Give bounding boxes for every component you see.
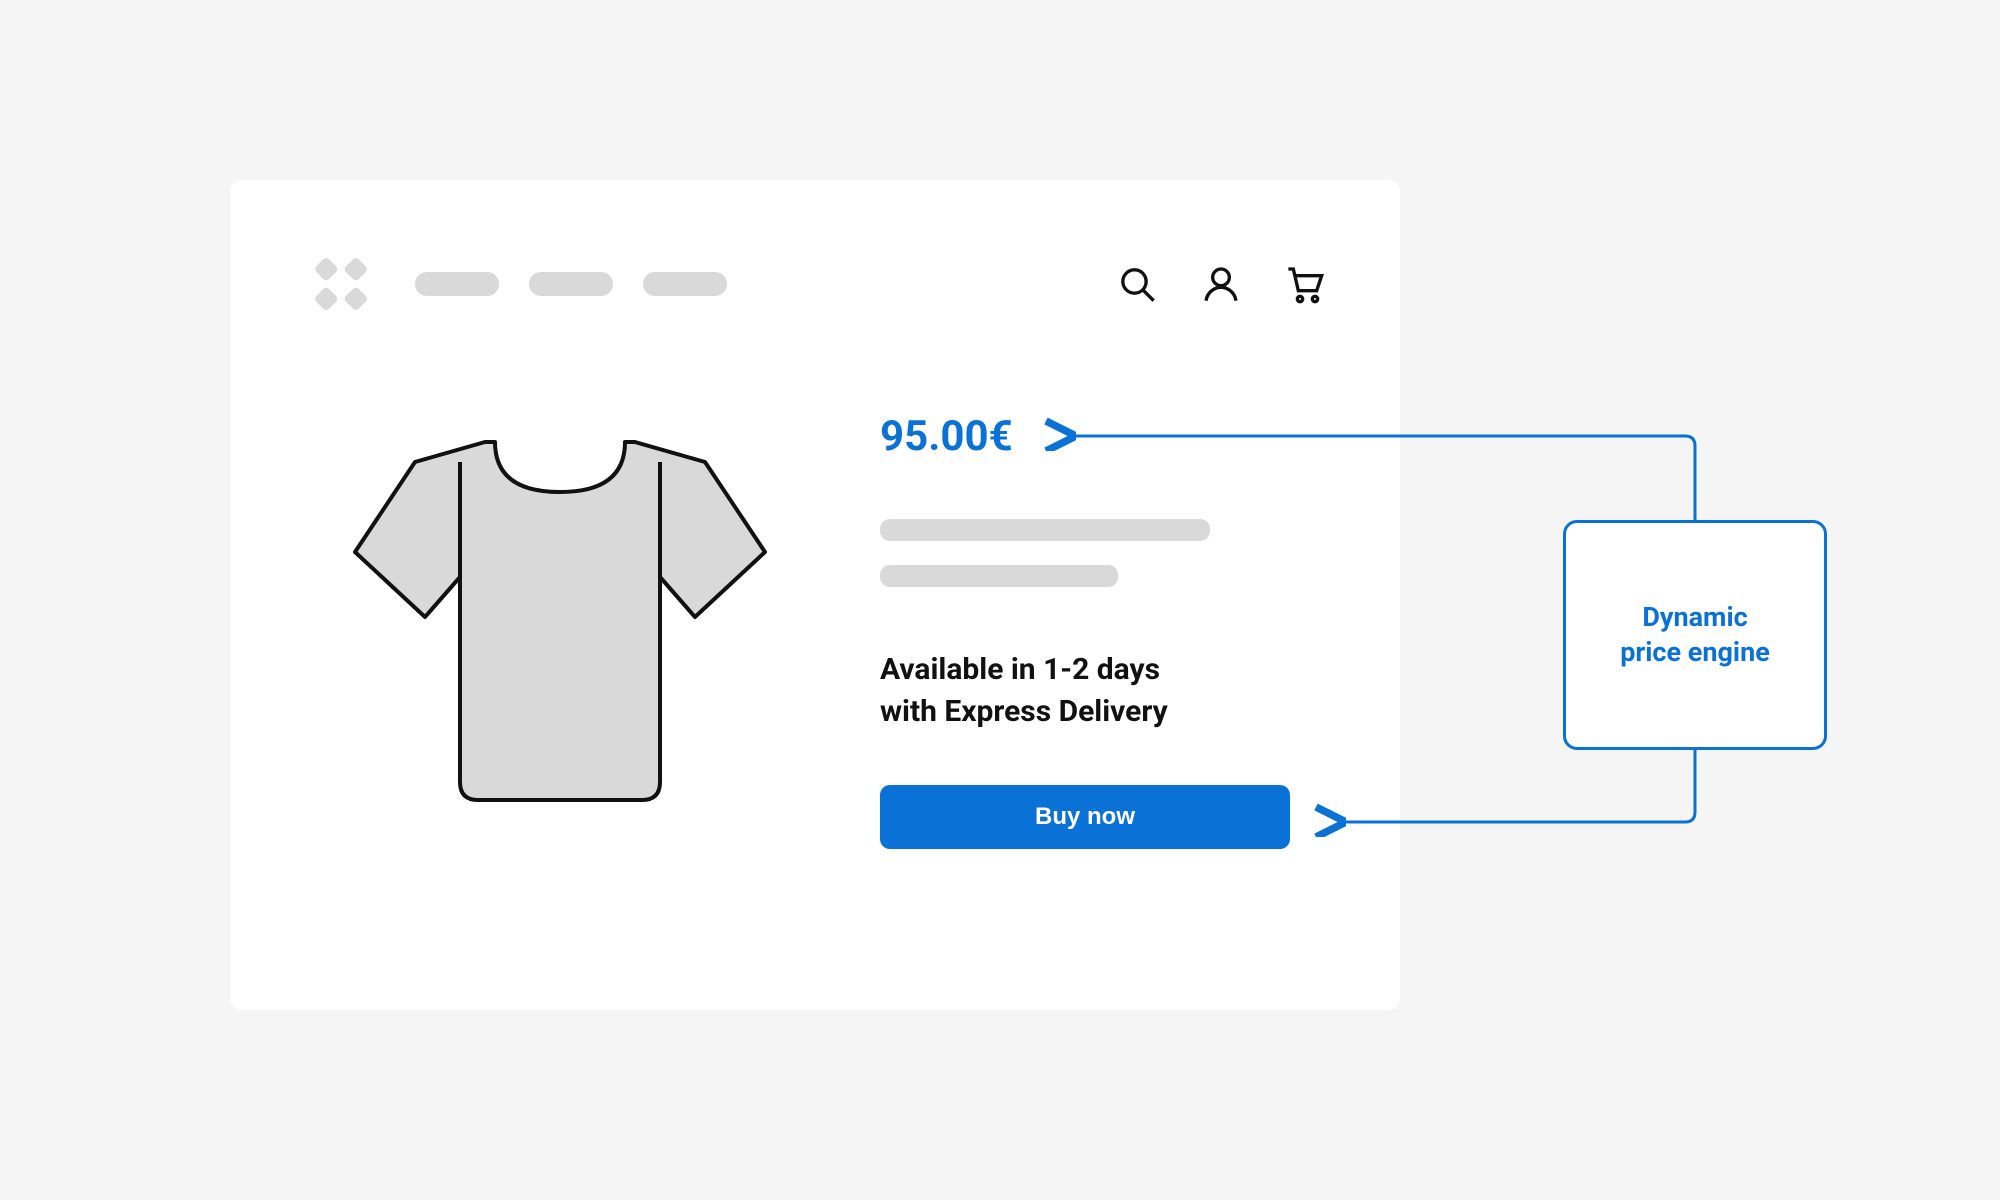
cart-icon[interactable] <box>1285 264 1325 304</box>
product-image <box>325 402 795 822</box>
text-placeholder <box>880 519 1210 541</box>
nav-pill <box>529 272 613 296</box>
buy-now-button[interactable]: Buy now <box>880 785 1290 849</box>
nav-pill <box>415 272 499 296</box>
product-info: 95.00€ Available in 1-2 days with Expres… <box>880 412 1290 849</box>
shop-window: 95.00€ Available in 1-2 days with Expres… <box>230 180 1400 1010</box>
header-icons <box>1117 264 1325 304</box>
diagram-canvas: 95.00€ Available in 1-2 days with Expres… <box>0 0 2000 1200</box>
text-placeholder <box>880 565 1118 587</box>
availability-text: Available in 1-2 days with Express Deliv… <box>880 649 1290 733</box>
product-price: 95.00€ <box>880 412 1290 461</box>
nav-placeholder <box>415 272 727 296</box>
shop-header <box>305 248 1325 320</box>
user-icon[interactable] <box>1201 264 1241 304</box>
logo-icon <box>305 248 377 320</box>
nav-pill <box>643 272 727 296</box>
dynamic-price-engine-box: Dynamic price engine <box>1563 520 1827 750</box>
search-icon[interactable] <box>1117 264 1157 304</box>
